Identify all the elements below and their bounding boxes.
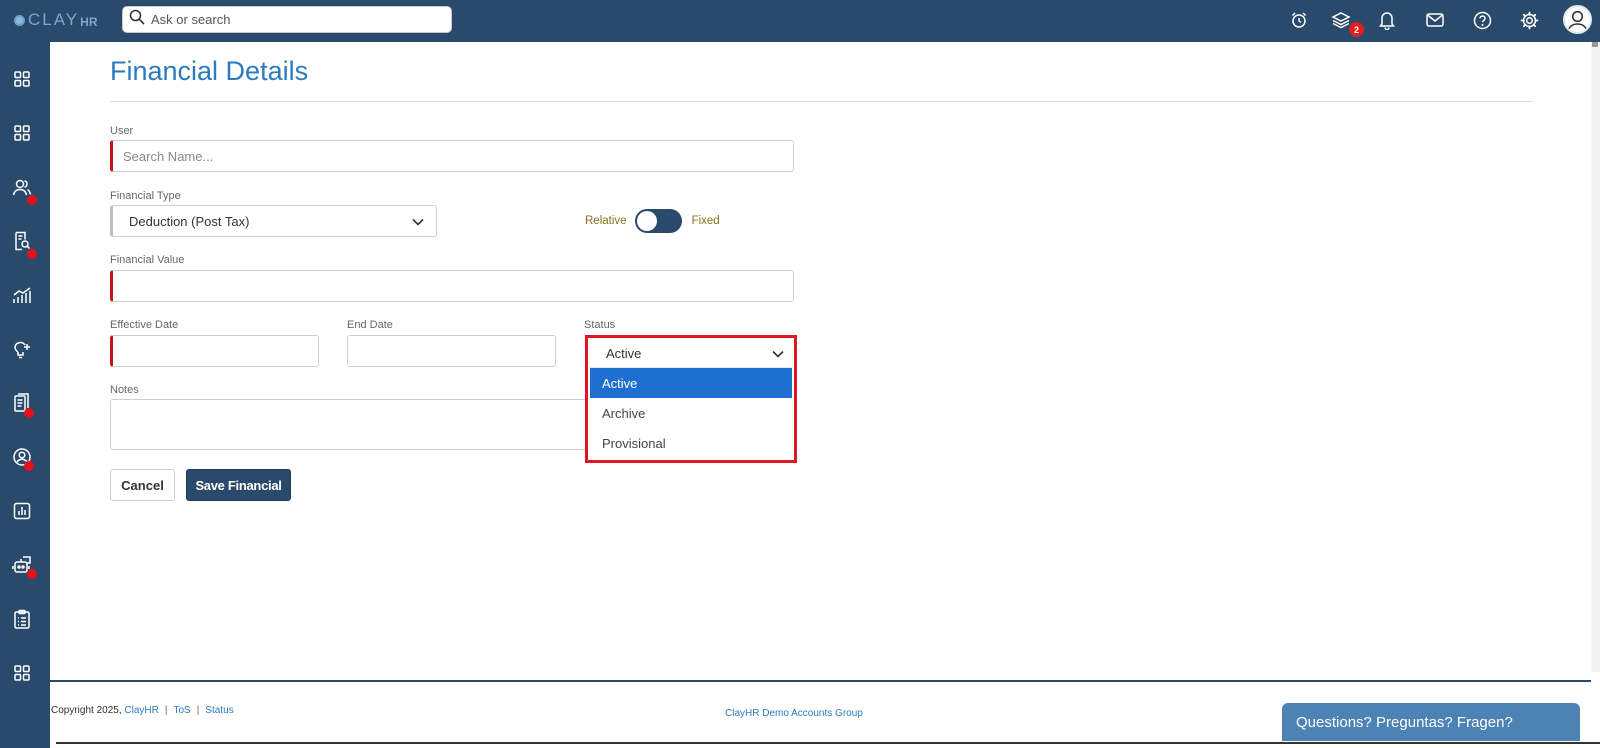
logo-suffix: HR xyxy=(80,14,98,29)
clayhr-logo[interactable]: CLAY HR xyxy=(14,10,98,30)
top-bar: CLAY HR 2 xyxy=(0,0,1600,42)
grid-icon xyxy=(13,70,31,93)
financial-value-field[interactable] xyxy=(110,270,794,302)
user-label: User xyxy=(110,125,134,137)
footer-group-name[interactable]: ClayHR Demo Accounts Group xyxy=(725,708,863,719)
page-title: Financial Details xyxy=(110,56,309,86)
sidebar-item-tasks[interactable] xyxy=(10,609,34,633)
status-dropdown: Active Active Archive Provisional xyxy=(585,335,797,463)
chart-trend-icon xyxy=(12,286,32,309)
sidebar-item-reports[interactable] xyxy=(10,501,34,525)
company-link[interactable]: ClayHR xyxy=(124,705,158,716)
notification-dot xyxy=(27,569,37,579)
notification-dot xyxy=(27,195,37,205)
search-icon xyxy=(129,9,145,30)
scrollbar-thumb[interactable] xyxy=(1592,42,1598,47)
chevron-down-icon xyxy=(412,214,424,229)
status-option-active[interactable]: Active xyxy=(590,368,792,398)
user-field[interactable] xyxy=(110,140,794,172)
save-financial-button[interactable]: Save Financial xyxy=(186,469,291,501)
status-option-archive[interactable]: Archive xyxy=(590,398,792,428)
bottom-divider xyxy=(56,742,1600,744)
sidebar-item-apps[interactable] xyxy=(10,123,34,147)
bar-report-icon xyxy=(13,502,31,525)
gear-icon[interactable] xyxy=(1518,9,1540,31)
notification-dot xyxy=(27,249,37,259)
footer-separator: | xyxy=(164,705,168,716)
end-date-input[interactable] xyxy=(348,336,555,366)
footer-divider xyxy=(50,680,1591,682)
alarm-clock-icon[interactable] xyxy=(1288,9,1310,31)
logo-text: CLAY xyxy=(28,10,80,29)
bell-icon[interactable] xyxy=(1376,9,1398,31)
status-label: Status xyxy=(584,319,616,331)
effective-date-field[interactable] xyxy=(110,335,319,367)
financial-value-input[interactable] xyxy=(113,271,793,301)
clipboard-icon xyxy=(13,609,31,634)
title-divider xyxy=(110,101,1532,102)
end-date-field[interactable] xyxy=(347,335,556,367)
sidebar-item-learning[interactable] xyxy=(10,339,34,363)
footer-separator: | xyxy=(196,705,200,716)
sidebar-item-more[interactable] xyxy=(10,663,34,687)
user-avatar-icon[interactable] xyxy=(1563,5,1592,34)
relative-fixed-toggle-group: Relative Fixed xyxy=(585,209,720,233)
toggle-knob xyxy=(636,211,657,231)
sidebar-item-performance[interactable] xyxy=(10,285,34,309)
cancel-button[interactable]: Cancel xyxy=(110,469,175,501)
notification-dot xyxy=(24,461,34,471)
grid-icon xyxy=(13,664,31,687)
effective-date-label: Effective Date xyxy=(110,319,179,331)
notification-dot xyxy=(24,408,34,418)
vertical-scrollbar[interactable] xyxy=(1591,42,1600,672)
search-input[interactable] xyxy=(151,12,431,27)
status-value: Active xyxy=(606,346,642,361)
financial-type-value: Deduction (Post Tax) xyxy=(129,213,250,229)
logo-mark-icon xyxy=(14,14,25,26)
notes-label: Notes xyxy=(110,384,139,396)
chat-widget-button[interactable]: Questions? Preguntas? Fragen? xyxy=(1282,703,1580,741)
toggle-left-label: Relative xyxy=(585,215,627,227)
notification-badge: 2 xyxy=(1349,22,1364,37)
financial-type-label: Financial Type xyxy=(110,190,181,202)
status-link[interactable]: Status xyxy=(205,705,233,716)
relative-fixed-toggle[interactable] xyxy=(634,209,682,233)
mail-icon[interactable] xyxy=(1424,9,1446,31)
lightbulb-icon xyxy=(12,339,32,364)
chevron-down-icon xyxy=(772,346,784,361)
user-search-input[interactable] xyxy=(113,141,793,171)
status-option-provisional[interactable]: Provisional xyxy=(590,428,792,458)
sidebar xyxy=(0,42,50,748)
financial-value-label: Financial Value xyxy=(110,254,185,266)
copyright-text: Copyright 2025, xyxy=(51,705,122,716)
financial-type-select[interactable]: Deduction (Post Tax) xyxy=(110,205,437,237)
effective-date-input[interactable] xyxy=(113,336,318,366)
tos-link[interactable]: ToS xyxy=(173,705,190,716)
status-select[interactable]: Active xyxy=(590,340,792,368)
help-icon[interactable] xyxy=(1471,9,1493,31)
grid-icon xyxy=(13,124,31,147)
end-date-label: End Date xyxy=(347,319,393,331)
toggle-right-label: Fixed xyxy=(691,215,720,227)
global-search[interactable] xyxy=(122,6,452,33)
sidebar-item-dashboard[interactable] xyxy=(10,69,34,93)
footer-links: Copyright 2025, ClayHR | ToS | Status xyxy=(51,705,234,716)
